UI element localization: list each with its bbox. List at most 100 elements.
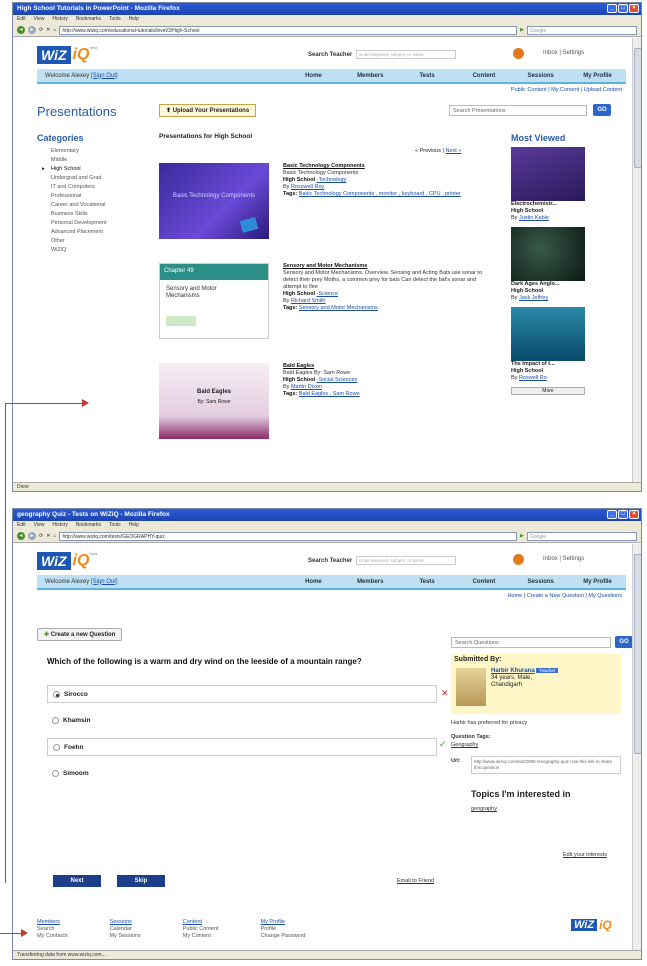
footer-link[interactable]: My Contacts [37,933,68,940]
google-search-box[interactable]: Google [527,25,637,35]
tab-sessions[interactable]: Sessions [512,579,569,585]
presentation-title[interactable]: Bald Eagles [283,363,314,369]
search-questions-input[interactable]: Search Questions [451,637,611,648]
reload-icon[interactable]: ⟳ [39,533,43,539]
presentation-tags[interactable]: Sensory and Motor Mechanisms [299,305,378,311]
sign-out-link[interactable]: [Sign Out] [91,579,118,585]
menu-item-help[interactable]: Help [129,522,139,529]
menu-item-view[interactable]: View [34,522,45,529]
google-search-box[interactable]: Google [527,531,637,541]
presentation-author[interactable]: Richard Smith [291,298,326,304]
question-tag-link[interactable]: Geography [451,742,478,748]
answer-option-foehn[interactable]: Foehn [47,738,437,756]
presentation-subject[interactable]: -Social Sciences [317,377,358,383]
scrollbar-thumb[interactable] [634,48,641,168]
search-go-button[interactable]: GO [593,104,611,116]
presentation-author[interactable]: Martin Dixon [291,384,322,390]
menu-item-history[interactable]: History [52,522,68,529]
home-icon[interactable]: ⌂ [53,27,56,33]
close-icon[interactable]: × [629,510,639,519]
tab-home[interactable]: Home [285,579,342,585]
presentation-author[interactable]: Rosswell Roy [291,184,324,190]
upload-presentations-button[interactable]: ⬆ Upload Your Presentations [159,104,257,117]
forward-icon[interactable]: ▸ [28,532,36,540]
footer-link[interactable]: My Content [183,933,219,940]
back-icon[interactable]: ◂ [17,532,25,540]
footer-link[interactable]: Search [37,926,68,933]
inbox-settings-links[interactable]: Inbox | Settings [543,556,584,562]
forward-icon[interactable]: ▸ [28,26,36,34]
tab-members[interactable]: Members [342,73,399,79]
presentation-tags[interactable]: Basic Technology Components , monitor , … [299,191,461,197]
most-viewed-author[interactable]: Justin Kable [519,215,549,221]
menu-item-tools[interactable]: Tools [109,16,121,23]
answer-option-sirocco[interactable]: Sirocco [47,685,437,703]
tab-tests[interactable]: Tests [399,579,456,585]
search-presentations-input[interactable]: Search Presentations [449,105,587,116]
menu-item-help[interactable]: Help [129,16,139,23]
category-business[interactable]: Business Skills [37,210,147,219]
category-career[interactable]: Career and Vocational [37,201,147,210]
tab-my-profile[interactable]: My Profile [569,579,626,585]
stop-icon[interactable]: ✕ [46,27,50,33]
wiziq-logo[interactable]: WiZ iQ beta [37,45,97,64]
category-elementary[interactable]: Elementary [37,147,147,156]
category-ap[interactable]: Advanced Placement [37,228,147,237]
content-subnav[interactable]: Public Content | My Content | Upload Con… [511,87,622,93]
tab-content[interactable]: Content [455,579,512,585]
most-viewed-thumbnail[interactable] [511,147,585,201]
footer-link[interactable]: Calendar [110,926,141,933]
address-bar[interactable]: http://www.wiziq.com/tests/GEOGRAPHY-qui… [59,531,518,541]
minimize-icon[interactable]: _ [607,4,617,13]
skip-button[interactable]: Skip [117,875,165,887]
topic-link[interactable]: geography [471,806,497,812]
next-button[interactable]: Next [53,875,101,887]
more-button[interactable]: More [511,387,585,395]
footer-head[interactable]: Content [183,919,219,926]
category-wiziq[interactable]: WiZiQ [37,246,147,255]
home-icon[interactable]: ⌂ [53,533,56,539]
tab-tests[interactable]: Tests [399,73,456,79]
menu-item-history[interactable]: History [52,16,68,23]
presentation-tags[interactable]: Bald Eagles , Sam Rowe [299,391,360,397]
back-icon[interactable]: ◂ [17,26,25,34]
footer-head[interactable]: Members [37,919,68,926]
presentation-subject[interactable]: -Technology [317,177,347,183]
tests-subnav[interactable]: Home | Create a New Question | My Questi… [508,593,622,599]
presentation-thumbnail[interactable]: Basic Technology Components [159,163,269,239]
go-arrow-icon[interactable]: ▶ [520,533,524,539]
footer-head[interactable]: My Profile [261,919,306,926]
stop-icon[interactable]: ✕ [46,533,50,539]
scrollbar-thumb[interactable] [634,554,641,754]
footer-link[interactable]: Public Content [183,926,219,933]
category-high-school[interactable]: High School [37,165,147,174]
tab-my-profile[interactable]: My Profile [569,73,626,79]
create-question-button[interactable]: ✚ Create a new Question [37,628,123,641]
vertical-scrollbar[interactable] [632,38,641,482]
radio-selected[interactable] [53,691,60,698]
radio-button[interactable] [53,744,60,751]
most-viewed-author[interactable]: Roswell Ro [519,375,547,381]
question-url-field[interactable]: http://www.wiziq.com/test/2095-Geography… [471,756,621,774]
most-viewed-title-text[interactable]: Dark Ages Anglo... [511,281,611,288]
answer-option-simoom[interactable]: Simoom [47,765,437,783]
category-undergrad[interactable]: Undergrad and Grad [37,174,147,183]
presentation-title[interactable]: Basic Technology Components [283,163,365,169]
presentation-title[interactable]: Sensory and Motor Mechanisms [283,263,367,269]
close-icon[interactable]: × [629,4,639,13]
tab-home[interactable]: Home [285,73,342,79]
radio-button[interactable] [52,717,59,724]
teacher-search-input[interactable]: Enter keyword, subject, or name [356,556,457,565]
search-go-icon[interactable] [513,48,524,59]
minimize-icon[interactable]: _ [607,510,617,519]
menu-item-edit[interactable]: Edit [17,522,26,529]
most-viewed-author[interactable]: Jack Jeffrey [519,295,548,301]
teacher-search-input[interactable]: Enter keyword, subject, or name [356,50,457,59]
maximize-icon[interactable]: □ [618,4,628,13]
presentation-thumbnail[interactable]: Bald Eagles By: Sam Rowe [159,363,269,439]
avatar[interactable] [456,668,486,706]
category-other[interactable]: Other [37,237,147,246]
search-go-icon[interactable] [513,554,524,565]
search-go-button[interactable]: GO [615,636,632,648]
tab-members[interactable]: Members [342,579,399,585]
